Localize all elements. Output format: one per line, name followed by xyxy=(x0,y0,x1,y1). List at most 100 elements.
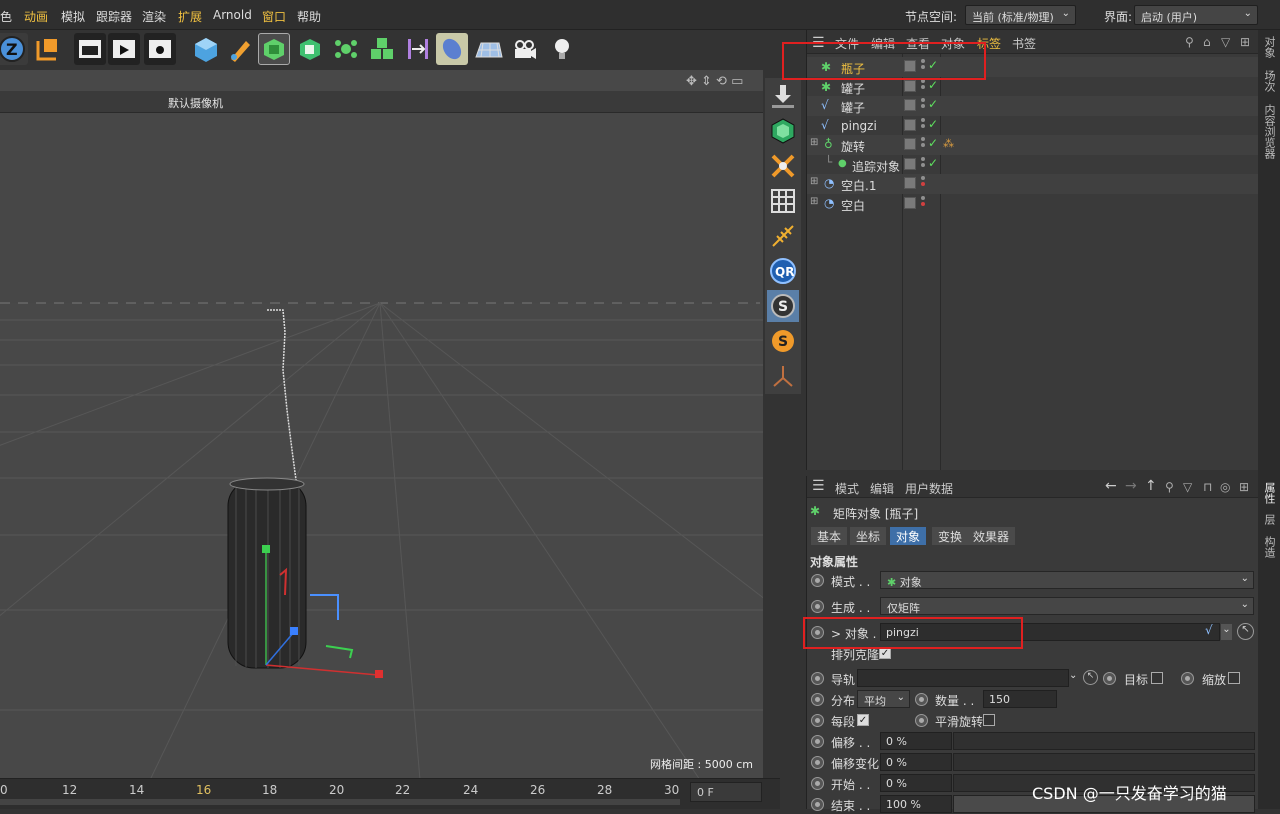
s-plugin-gray-icon[interactable]: S xyxy=(767,290,799,322)
s-plugin-orange-icon[interactable]: S xyxy=(767,325,799,357)
extrude-icon[interactable] xyxy=(294,33,326,65)
render-view-icon[interactable] xyxy=(108,33,140,65)
enabled-check-icon[interactable]: ✓ xyxy=(928,117,938,131)
deformer-icon[interactable] xyxy=(402,33,434,65)
tag-icon[interactable] xyxy=(904,118,916,131)
cloner-icon[interactable] xyxy=(330,33,362,65)
attr-menu-mode[interactable]: 模式 xyxy=(835,480,859,497)
attr-menu-userdata[interactable]: 用户数据 xyxy=(905,480,953,497)
drop-to-floor-icon[interactable] xyxy=(767,80,799,112)
xpresso-tag-icon[interactable]: ⁂ xyxy=(943,137,954,150)
enabled-check-icon[interactable]: ✓ xyxy=(928,136,938,150)
lock-icon[interactable]: ⊓ xyxy=(1203,480,1212,494)
animate-radio[interactable] xyxy=(811,714,824,727)
hamburger-icon[interactable]: ☰ xyxy=(812,478,825,494)
tag-icon[interactable] xyxy=(904,138,916,150)
tab-transform[interactable]: 变换 xyxy=(932,527,969,545)
menu-animation[interactable]: 动画 xyxy=(24,8,48,25)
render-region-icon[interactable] xyxy=(74,33,106,65)
right-tab-content-browser[interactable]: 内容浏览器 xyxy=(1261,104,1277,159)
layout-select[interactable]: 启动 (用户) ⌄ xyxy=(1134,5,1258,25)
viewport[interactable]: 默认摄像机 ✥ ⇕ ⟲ ▭ 网格间距: 5000 cm xyxy=(0,70,763,780)
om-search-icon[interactable]: ⚲ xyxy=(1185,35,1194,49)
offset-field[interactable]: 0 % xyxy=(880,732,952,750)
start-field[interactable]: 0 % xyxy=(880,774,952,792)
animate-radio[interactable] xyxy=(1181,672,1194,685)
expand-icon[interactable]: ⊞ xyxy=(810,137,818,148)
menu-render[interactable]: 渲染 xyxy=(142,8,166,25)
visibility-dots-icon[interactable] xyxy=(921,176,927,190)
subdivision-icon[interactable] xyxy=(258,33,290,65)
end-field[interactable]: 100 % xyxy=(880,795,952,813)
camera-icon[interactable] xyxy=(508,33,540,65)
viewport-nav-icons[interactable]: ✥ ⇕ ⟲ ▭ xyxy=(686,74,760,90)
animate-radio[interactable] xyxy=(811,798,824,811)
tag-icon[interactable] xyxy=(904,196,916,209)
generate-dropdown[interactable]: 仅矩阵 ⌄ xyxy=(880,597,1254,615)
right-tab-attributes[interactable]: 属性 xyxy=(1261,482,1277,504)
animate-radio[interactable] xyxy=(915,693,928,706)
qr-plugin-icon[interactable]: QR xyxy=(767,255,799,287)
visibility-dots-icon[interactable] xyxy=(921,78,927,93)
chevron-down-icon[interactable]: ⌄ xyxy=(1069,670,1077,681)
right-tab-layers[interactable]: 层 xyxy=(1261,514,1277,525)
right-tab-structure[interactable]: 构造 xyxy=(1261,536,1277,558)
smooth-rotation-checkbox[interactable] xyxy=(983,714,995,726)
visibility-dots-icon[interactable] xyxy=(921,137,927,151)
animate-radio[interactable] xyxy=(811,672,824,685)
menu-window[interactable]: 窗口 xyxy=(262,8,286,25)
animate-radio[interactable] xyxy=(811,756,824,769)
distribution-dropdown[interactable]: 平均 ⌄ xyxy=(857,690,910,708)
tag-icon[interactable] xyxy=(904,79,916,92)
offset-variation-slider[interactable] xyxy=(953,753,1255,771)
tab-coordinates[interactable]: 坐标 xyxy=(850,527,887,545)
object-row[interactable]: √ pingzi ✓ xyxy=(807,116,1259,136)
animate-radio[interactable] xyxy=(811,735,824,748)
object-row[interactable]: ⊞ ♁ 旋转 ✓ ⁂ xyxy=(807,135,1259,155)
menu-tracker[interactable]: 跟踪器 xyxy=(96,8,132,25)
menu-arnold[interactable]: Arnold xyxy=(213,8,252,22)
enabled-check-icon[interactable]: ✓ xyxy=(928,97,938,111)
attr-menu-edit[interactable]: 编辑 xyxy=(870,480,894,497)
up-arrow-icon[interactable]: ↑ xyxy=(1145,478,1157,494)
axis-icon[interactable] xyxy=(767,360,799,392)
right-tab-objects[interactable]: 对象 xyxy=(1261,36,1277,58)
tab-object[interactable]: 对象 xyxy=(890,527,927,545)
target-icon[interactable]: ◎ xyxy=(1220,480,1230,494)
snap-icon[interactable] xyxy=(767,150,799,182)
enabled-check-icon[interactable]: ✓ xyxy=(928,156,938,170)
object-row[interactable]: √ 罐子 ✓ xyxy=(807,96,1259,116)
offset-slider[interactable] xyxy=(953,732,1255,750)
menu-color[interactable]: 色 xyxy=(0,8,12,25)
current-frame-field[interactable]: 0 F xyxy=(690,782,762,802)
animate-radio[interactable] xyxy=(811,693,824,706)
field-icon[interactable] xyxy=(436,33,468,65)
tag-icon[interactable] xyxy=(904,99,916,111)
target-checkbox[interactable] xyxy=(1151,672,1163,684)
visibility-dots-icon[interactable] xyxy=(921,117,927,132)
light-icon[interactable] xyxy=(546,33,578,65)
scale-checkbox[interactable] xyxy=(1228,672,1240,684)
animate-radio[interactable] xyxy=(811,777,824,790)
object-row[interactable]: ⊞ ◔ 空白.1 xyxy=(807,174,1259,194)
animate-radio[interactable] xyxy=(915,714,928,727)
expand-icon[interactable]: ⊞ xyxy=(810,196,818,207)
offset-variation-field[interactable]: 0 % xyxy=(880,753,952,771)
node-space-select[interactable]: 当前 (标准/物理) ⌄ xyxy=(965,5,1076,25)
menu-help[interactable]: 帮助 xyxy=(297,8,321,25)
polygon-select-icon[interactable] xyxy=(767,115,799,147)
object-row[interactable]: ⊞ ◔ 空白 xyxy=(807,194,1259,214)
right-tab-takes[interactable]: 场次 xyxy=(1261,70,1277,92)
animate-radio[interactable] xyxy=(811,574,824,587)
render-settings-icon[interactable] xyxy=(144,33,176,65)
back-arrow-icon[interactable]: ← xyxy=(1105,478,1117,494)
tag-icon[interactable] xyxy=(904,157,916,170)
coordinate-icon[interactable] xyxy=(30,33,62,65)
mode-dropdown[interactable]: ✱ 对象 ⌄ xyxy=(880,571,1254,589)
per-segment-checkbox[interactable]: ✓ xyxy=(857,714,869,726)
expand-icon[interactable]: ⊞ xyxy=(810,176,818,187)
hair-icon[interactable] xyxy=(767,220,799,252)
forward-arrow-icon[interactable]: → xyxy=(1125,478,1137,494)
animate-radio[interactable] xyxy=(811,600,824,613)
grid-icon[interactable] xyxy=(767,185,799,217)
